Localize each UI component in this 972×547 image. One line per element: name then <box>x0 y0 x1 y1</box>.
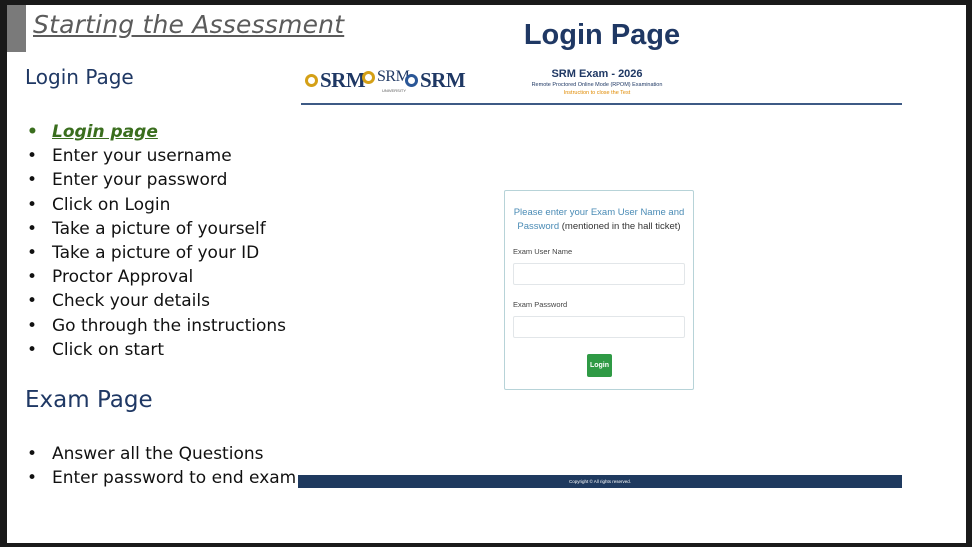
srm-logo: SRM <box>305 68 366 93</box>
section-heading-login: Login Page <box>25 65 134 89</box>
slide-title: Starting the Assessment <box>33 10 345 39</box>
section-heading-exam: Exam Page <box>25 387 153 413</box>
logo-subtext: UNIVERSITY <box>382 88 407 93</box>
login-form: Please enter your Exam User Name and Pas… <box>504 190 694 390</box>
prompt-note: (mentioned in the hall ticket) <box>561 221 681 232</box>
list-item: Answer all the Questions <box>25 442 296 466</box>
list-item: Enter your username <box>25 144 286 168</box>
exam-subtitle: Remote Proctored Online Mode (RPOM) Exam… <box>531 82 663 88</box>
srm-logo: SRM <box>405 68 466 93</box>
exam-instruction-link[interactable]: Instruction to close the Test <box>522 90 672 96</box>
srm-emblem-icon <box>362 70 375 84</box>
list-item: Proctor Approval <box>25 265 286 289</box>
exam-steps-list: Answer all the Questions Enter password … <box>25 442 296 490</box>
password-label: Exam Password <box>513 300 568 309</box>
header-divider <box>301 103 902 105</box>
list-item: Go through the instructions <box>25 314 286 338</box>
title-accent-bar <box>7 5 26 52</box>
list-item: Enter password to end exam <box>25 466 296 490</box>
screenshot-heading: Login Page <box>523 19 681 51</box>
list-item: Click on Login <box>25 193 286 217</box>
srm-emblem-icon <box>305 74 318 87</box>
login-steps-list: Login page Enter your username Enter you… <box>25 120 286 362</box>
list-item[interactable]: Login page <box>25 120 286 144</box>
footer-bar: Copyright © All rights reserved. <box>298 475 902 488</box>
password-field[interactable] <box>513 316 685 338</box>
list-item: Take a picture of your ID <box>25 241 286 265</box>
exam-header: SRM Exam - 2026 Remote Proctored Online … <box>522 68 672 96</box>
login-button[interactable]: Login <box>587 354 612 377</box>
srm-university-logo: SRM <box>362 68 410 86</box>
exam-title: SRM Exam - 2026 <box>551 68 643 80</box>
username-field[interactable] <box>513 263 685 285</box>
slide: Starting the Assessment Login Page Login… <box>7 5 966 543</box>
logo-name: SRM <box>420 68 466 92</box>
login-prompt: Please enter your Exam User Name and Pas… <box>513 206 685 234</box>
list-item: Take a picture of yourself <box>25 217 286 241</box>
srm-emblem-icon <box>405 74 418 87</box>
username-label: Exam User Name <box>513 247 573 256</box>
logo-name: SRM <box>320 68 366 92</box>
list-item: Check your details <box>25 289 286 313</box>
list-item: Click on start <box>25 338 286 362</box>
list-item: Enter your password <box>25 168 286 192</box>
